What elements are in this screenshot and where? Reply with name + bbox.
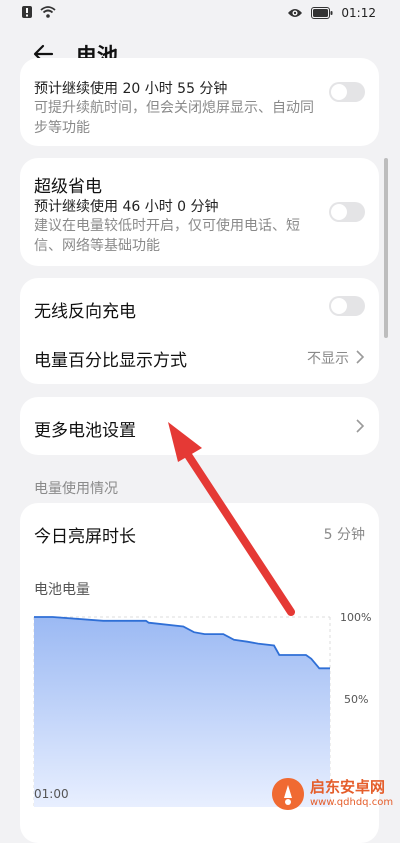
- chart-title: 电池电量: [34, 582, 90, 598]
- battery-percentage-label: 电量百分比显示方式: [34, 351, 187, 371]
- eye-icon: [288, 9, 303, 17]
- charging-display-card: 无线反向充电 电量百分比显示方式 不显示: [20, 278, 379, 384]
- battery-percentage-row[interactable]: 电量百分比显示方式 不显示: [20, 334, 379, 384]
- wifi-icon: [40, 6, 56, 18]
- more-battery-settings-label: 更多电池设置: [34, 421, 136, 441]
- watermark-url: www.qdhdq.com: [310, 797, 394, 808]
- power-saving-row[interactable]: 预计继续使用 20 小时 55 分钟 可提升续航时间，但会关闭熄屏显示、自动同步…: [20, 58, 379, 146]
- scrollbar[interactable]: [384, 158, 388, 338]
- watermark-logo: 启东安卓网 www.qdhdq.com: [268, 772, 400, 816]
- y-tick-label: 100%: [340, 611, 372, 624]
- more-battery-settings-card[interactable]: 更多电池设置: [20, 397, 379, 455]
- power-saving-description: 可提升续航时间，但会关闭熄屏显示、自动同步等功能: [34, 100, 314, 136]
- super-saving-row[interactable]: 超级省电 预计继续使用 46 小时 0 分钟 建议在电量较低时开启，仅可使用电话…: [20, 158, 379, 266]
- notification-icon: [22, 6, 32, 18]
- wireless-reverse-charging-toggle[interactable]: [329, 296, 365, 316]
- super-saving-card: 超级省电 预计继续使用 46 小时 0 分钟 建议在电量较低时开启，仅可使用电话…: [20, 158, 379, 266]
- super-saving-toggle[interactable]: [329, 202, 365, 222]
- x-tick-label: 01:00: [34, 787, 69, 801]
- status-bar: 01:12: [0, 0, 400, 28]
- super-saving-title: 超级省电: [34, 177, 102, 197]
- chevron-right-icon: [356, 419, 365, 433]
- y-tick-label: 50%: [344, 693, 369, 706]
- battery-percentage-value: 不显示: [307, 351, 349, 367]
- power-saving-estimate: 预计继续使用 20 小时 55 分钟: [34, 81, 228, 97]
- super-saving-description: 建议在电量较低时开启，仅可使用电话、短信、网络等基础功能: [34, 218, 300, 254]
- super-saving-estimate: 预计继续使用 46 小时 0 分钟: [34, 199, 219, 215]
- power-saving-card: 预计继续使用 20 小时 55 分钟 可提升续航时间，但会关闭熄屏显示、自动同步…: [20, 58, 379, 146]
- screen-time-value: 5 分钟: [323, 527, 365, 543]
- chevron-right-icon: [356, 350, 365, 364]
- wireless-reverse-charging-row[interactable]: 无线反向充电: [20, 278, 379, 334]
- usage-section-header: 电量使用情况: [34, 481, 118, 497]
- power-saving-toggle[interactable]: [329, 82, 365, 102]
- screen-time-label: 今日亮屏时长: [34, 527, 136, 547]
- wireless-reverse-charging-label: 无线反向充电: [34, 302, 136, 322]
- status-time: 01:12: [341, 6, 376, 20]
- watermark-name: 启东安卓网: [310, 778, 386, 796]
- battery-icon: [311, 7, 333, 19]
- watermark-logo-icon: [272, 778, 304, 810]
